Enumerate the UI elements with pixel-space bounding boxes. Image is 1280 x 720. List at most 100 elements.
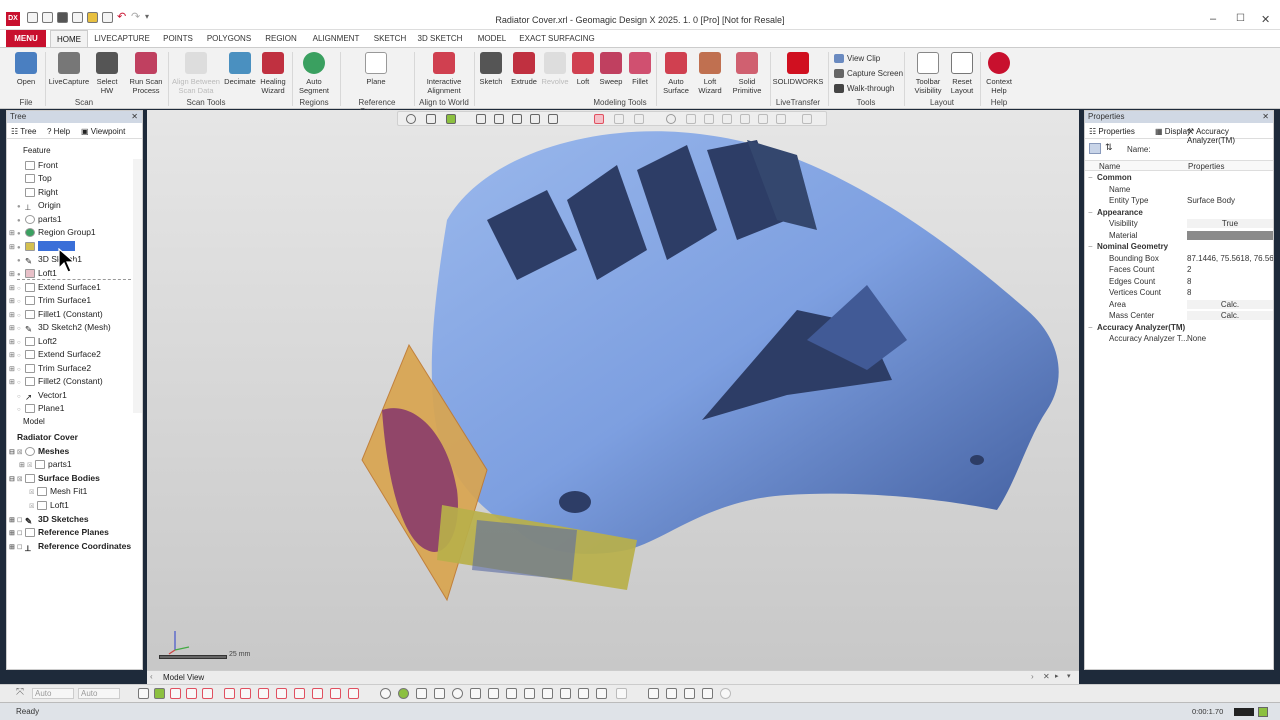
property-section-label[interactable]: Nominal Geometry [1097, 242, 1168, 251]
snap-icon[interactable] [470, 688, 481, 699]
snap-icon[interactable] [596, 688, 607, 699]
plane-button[interactable]: Plane [356, 52, 396, 86]
tab-tree[interactable]: ☷ Tree [11, 127, 36, 136]
selection-filter-icon[interactable] [170, 688, 181, 699]
view-clip-button[interactable]: View Clip [834, 54, 880, 64]
tree-item-3d-sketches[interactable]: ⊞ ☐ ✎ 3D Sketches [9, 513, 89, 526]
property-value[interactable]: 8 [1187, 288, 1191, 297]
snap-icon[interactable] [488, 688, 499, 699]
property-value[interactable]: Calc. [1187, 311, 1273, 320]
tab-home[interactable]: HOME [50, 30, 88, 47]
selection-filter-icon[interactable] [258, 688, 269, 699]
snap-icon[interactable] [560, 688, 571, 699]
align-icon[interactable] [648, 688, 659, 699]
property-value[interactable]: 87.1446, 75.5618, 76.56... [1187, 254, 1273, 263]
tab-next-icon[interactable]: ▸ [1055, 672, 1059, 680]
selection-filter-icon[interactable] [312, 688, 323, 699]
selection-filter-icon[interactable] [224, 688, 235, 699]
tab-properties[interactable]: ☷ Properties [1089, 127, 1135, 136]
selection-filter-icon[interactable] [240, 688, 251, 699]
selection-filter-icon[interactable] [186, 688, 197, 699]
tab-points[interactable]: POINTS [158, 30, 198, 47]
sort-icon[interactable]: ⇅ [1105, 142, 1113, 153]
snap-icon[interactable] [452, 688, 463, 699]
coordinate-icon[interactable]: ⤧ [16, 687, 24, 698]
tree-item-meshes[interactable]: ⊟ ☒ Meshes [9, 445, 69, 458]
property-value[interactable]: Calc. [1187, 299, 1273, 309]
snap-icon[interactable] [416, 688, 427, 699]
property-row[interactable]: Accuracy Analyzer(TM) − [1085, 323, 1273, 334]
property-row[interactable]: Appearance − [1085, 208, 1273, 219]
tree-item-model-loft1[interactable]: ☒ Loft1 [29, 499, 69, 512]
livecapture-button[interactable]: LiveCapture [48, 52, 90, 86]
auto-select-1[interactable]: Auto [32, 688, 74, 699]
tab-model-view[interactable]: Model View [163, 673, 204, 682]
reset-layout-button[interactable]: Reset Layout [948, 52, 976, 95]
fillet-button[interactable]: Fillet [627, 52, 653, 86]
tree-item-parts1[interactable]: ● parts1 [9, 213, 62, 226]
tab-help[interactable]: ? Help [47, 127, 70, 136]
close-icon[interactable]: ✕ [1261, 13, 1270, 26]
decimate-button[interactable]: Decimate [224, 52, 256, 86]
align-icon[interactable] [666, 688, 677, 699]
tab-3d-sketch[interactable]: 3D SKETCH [416, 30, 464, 47]
tree-item-right[interactable]: Right [9, 186, 58, 199]
property-section-label[interactable]: Appearance [1097, 208, 1143, 217]
categorized-view-icon[interactable] [1089, 143, 1101, 154]
minimize-icon[interactable]: – [1210, 13, 1216, 25]
auto-segment-button[interactable]: Auto Segment [294, 52, 334, 95]
tree-item-fillet2[interactable]: ⊞ ○ Fillet2 (Constant) [9, 375, 103, 388]
tab-scroll-left-icon[interactable]: ‹ [150, 672, 153, 681]
selection-filter-icon[interactable] [330, 688, 341, 699]
panel-close-icon[interactable]: ✕ [1262, 111, 1269, 123]
align-icon[interactable] [702, 688, 713, 699]
snap-icon[interactable] [506, 688, 517, 699]
property-value[interactable]: 8 [1187, 277, 1191, 286]
tab-close-icon[interactable]: ✕ [1043, 672, 1050, 681]
tree-item-reference-planes[interactable]: ⊞ ☐ Reference Planes [9, 526, 109, 539]
tree-item-model-mesh-fit1[interactable]: ☒ Mesh Fit1 [29, 485, 87, 498]
tree-item-plane1[interactable]: ○ Plane1 [9, 402, 64, 415]
selection-filter-icon[interactable] [348, 688, 359, 699]
loft-button[interactable]: Loft [571, 52, 595, 86]
property-value[interactable]: True [1187, 219, 1273, 228]
capture-screen-button[interactable]: Capture Screen [834, 69, 903, 79]
snap-icon[interactable] [542, 688, 553, 699]
tree-item-extend-surface1[interactable]: ⊞ ○ Extend Surface1 [9, 281, 101, 294]
collapse-icon[interactable]: − [1088, 173, 1093, 182]
tab-alignment[interactable]: ALIGNMENT [308, 30, 364, 47]
selection-filter-icon[interactable] [202, 688, 213, 699]
property-section-label[interactable]: Accuracy Analyzer(TM) [1097, 323, 1185, 332]
tree-item-vector1[interactable]: ○ ↗ Vector1 [9, 389, 67, 402]
rollback-marker[interactable] [17, 279, 131, 280]
context-help-button[interactable]: Context Help [984, 52, 1014, 95]
selection-filter-icon[interactable] [276, 688, 287, 699]
interactive-alignment-button[interactable]: Interactive Alignment [420, 52, 468, 95]
sketch-button[interactable]: Sketch [477, 52, 505, 86]
tree-item-reference-coordinates[interactable]: ⊞ ☐ ⟂ Reference Coordinates [9, 540, 131, 553]
property-value[interactable]: Surface Body [1187, 196, 1235, 205]
sweep-button[interactable]: Sweep [597, 52, 625, 86]
selection-filter-icon[interactable] [138, 688, 149, 699]
tab-display[interactable]: ▦ Display [1155, 127, 1191, 136]
revolve-button[interactable]: Revolve [541, 52, 569, 86]
tree-item-3d-sketch2[interactable]: ⊞ ○ ✎ 3D Sketch2 (Mesh) [9, 321, 111, 334]
property-value[interactable]: None [1187, 334, 1206, 343]
collapse-icon[interactable]: − [1088, 208, 1093, 217]
tab-accuracy-analyzer[interactable]: ⚒ Accuracy Analyzer(TM) [1187, 127, 1273, 145]
toolbar-visibility-button[interactable]: Toolbar Visibility [908, 52, 948, 95]
collapse-icon[interactable]: − [1088, 242, 1093, 251]
tree-item-surface-bodies[interactable]: ⊟ ☒ Surface Bodies [9, 472, 100, 485]
tab-scroll-right-icon[interactable]: › [1031, 672, 1034, 681]
selection-filter-icon[interactable] [294, 688, 305, 699]
tab-list-icon[interactable]: ▾ [1067, 672, 1071, 680]
open-button[interactable]: Open [8, 52, 44, 86]
tab-menu[interactable]: MENU [6, 30, 46, 47]
tree-item-top[interactable]: Top [9, 172, 52, 185]
feature-scrollbar[interactable] [133, 159, 142, 413]
loft-wizard-button[interactable]: Loft Wizard [694, 52, 726, 95]
property-section-label[interactable]: Common [1097, 173, 1132, 182]
align-icon[interactable] [684, 688, 695, 699]
property-value[interactable] [1187, 230, 1273, 240]
property-row[interactable]: Nominal Geometry − [1085, 242, 1273, 253]
